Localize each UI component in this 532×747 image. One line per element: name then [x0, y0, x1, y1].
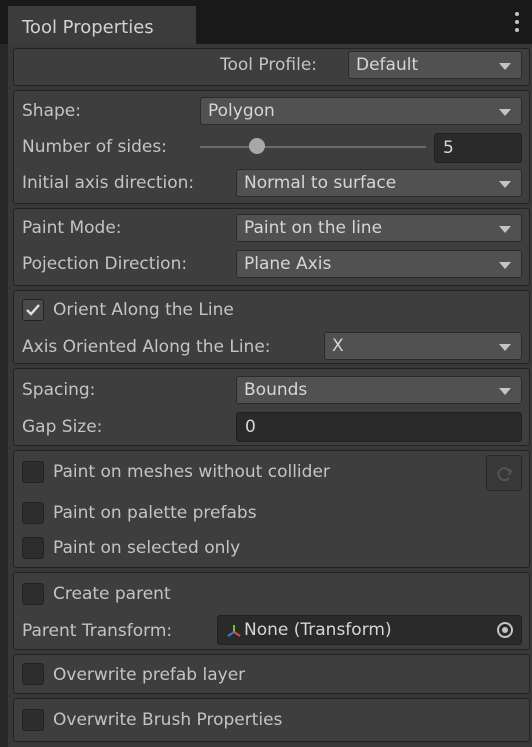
- sides-number-field[interactable]: 5: [434, 133, 522, 163]
- axis-oriented-value: X: [332, 336, 344, 356]
- overwrite-brush-label: Overwrite Brush Properties: [53, 710, 283, 730]
- object-picker-icon[interactable]: [497, 622, 513, 638]
- gap-size-label: Gap Size:: [22, 417, 103, 437]
- axis-direction-dropdown[interactable]: Normal to surface: [236, 169, 522, 197]
- axis-oriented-label: Axis Oriented Along the Line:: [22, 337, 271, 357]
- refresh-icon: [497, 467, 513, 482]
- sides-slider-thumb[interactable]: [248, 138, 265, 154]
- paint-palette-checkbox[interactable]: [22, 502, 44, 524]
- tool-profile-value: Default: [356, 55, 419, 75]
- gap-size-value: 0: [245, 417, 256, 437]
- paint-selected-label: Paint on selected only: [53, 538, 241, 558]
- projection-value: Plane Axis: [244, 254, 332, 274]
- sides-value: 5: [443, 138, 454, 158]
- paint-meshes-checkbox[interactable]: [22, 461, 44, 483]
- chevron-down-icon: [499, 109, 511, 116]
- projection-dropdown[interactable]: Plane Axis: [236, 250, 522, 278]
- create-parent-label: Create parent: [53, 584, 171, 604]
- refresh-button[interactable]: [486, 455, 522, 491]
- spacing-dropdown[interactable]: Bounds: [236, 376, 522, 404]
- chevron-down-icon: [499, 63, 511, 70]
- tab-tool-properties[interactable]: Tool Properties: [8, 6, 196, 44]
- sides-label: Number of sides:: [22, 137, 167, 157]
- spacing-label: Spacing:: [22, 380, 96, 400]
- paint-meshes-label: Paint on meshes without collider: [53, 462, 330, 482]
- overwrite-layer-checkbox[interactable]: [22, 663, 44, 685]
- chevron-down-icon: [499, 344, 511, 351]
- projection-label: Pojection Direction:: [22, 254, 188, 274]
- axis-oriented-dropdown[interactable]: X: [324, 332, 522, 360]
- parent-transform-label: Parent Transform:: [22, 621, 173, 641]
- paint-palette-label: Paint on palette prefabs: [53, 503, 257, 523]
- tab-title: Tool Properties: [22, 17, 154, 38]
- paint-mode-value: Paint on the line: [244, 218, 383, 238]
- parent-transform-field[interactable]: None (Transform): [217, 615, 522, 645]
- paint-mode-dropdown[interactable]: Paint on the line: [236, 214, 522, 242]
- overwrite-layer-label: Overwrite prefab layer: [53, 665, 246, 685]
- shape-value: Polygon: [208, 101, 275, 121]
- paint-selected-checkbox[interactable]: [22, 537, 44, 559]
- parent-transform-value: None (Transform): [244, 620, 392, 640]
- shape-label: Shape:: [22, 101, 81, 121]
- tool-profile-label: Tool Profile:: [220, 55, 318, 75]
- tab-bar: Tool Properties: [0, 0, 532, 44]
- orient-checkbox[interactable]: [22, 299, 44, 321]
- chevron-down-icon: [499, 226, 511, 233]
- chevron-down-icon: [499, 262, 511, 269]
- gap-size-field[interactable]: 0: [236, 412, 522, 442]
- sides-slider-track[interactable]: [200, 146, 426, 148]
- checkmark-icon: [26, 304, 40, 316]
- chevron-down-icon: [499, 388, 511, 395]
- orient-label: Orient Along the Line: [53, 300, 234, 320]
- axis-direction-value: Normal to surface: [244, 173, 397, 193]
- spacing-value: Bounds: [244, 380, 308, 400]
- overwrite-brush-checkbox[interactable]: [22, 709, 44, 731]
- paint-mode-label: Paint Mode:: [22, 218, 122, 238]
- axis-direction-label: Initial axis direction:: [22, 173, 195, 193]
- shape-dropdown[interactable]: Polygon: [200, 97, 522, 125]
- create-parent-checkbox[interactable]: [22, 583, 44, 605]
- transform-axes-icon: [227, 625, 241, 637]
- chevron-down-icon: [499, 181, 511, 188]
- tool-profile-dropdown[interactable]: Default: [348, 51, 522, 79]
- kebab-icon[interactable]: [514, 12, 520, 34]
